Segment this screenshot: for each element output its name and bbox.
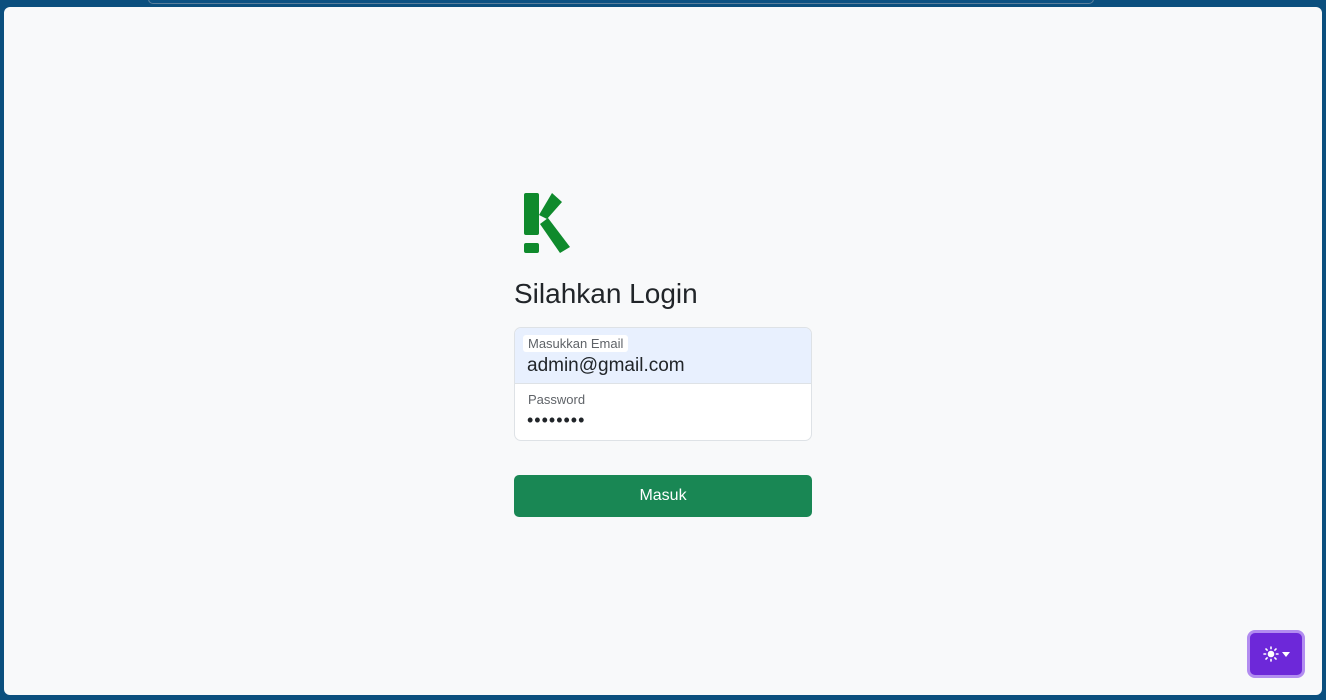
login-form: Silahkan Login Masukkan Email Password •… <box>514 187 812 517</box>
window-top-strip <box>148 0 1094 4</box>
email-label: Masukkan Email <box>523 335 629 352</box>
login-page: Silahkan Login Masukkan Email Password •… <box>4 7 1322 695</box>
password-input[interactable]: •••••••• <box>527 410 797 431</box>
credentials-group: Masukkan Email Password •••••••• <box>514 327 812 441</box>
k-logo-icon <box>524 193 570 253</box>
login-button[interactable]: Masuk <box>514 475 812 517</box>
sun-icon <box>1262 646 1279 662</box>
caret-down-icon <box>1281 652 1290 657</box>
password-label: Password <box>528 392 586 407</box>
email-field[interactable]: Masukkan Email <box>515 328 811 384</box>
password-field[interactable]: Password •••••••• <box>515 384 811 440</box>
theme-toggle-button[interactable] <box>1247 630 1305 678</box>
page-title: Silahkan Login <box>514 278 698 309</box>
email-input[interactable] <box>527 355 797 377</box>
